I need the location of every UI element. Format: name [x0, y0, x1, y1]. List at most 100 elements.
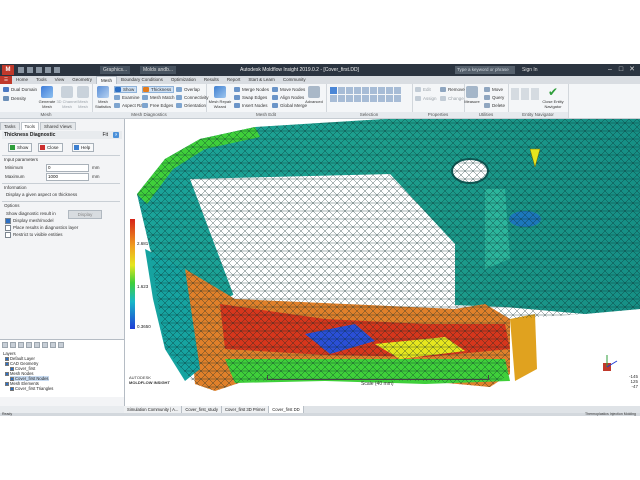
examine-button[interactable]: Examine: [114, 94, 140, 101]
density-button[interactable]: Density: [3, 95, 26, 102]
display-mesh-checkbox[interactable]: Display mesh/model: [5, 218, 54, 224]
layer-properties-icon[interactable]: [26, 342, 32, 348]
save-icon[interactable]: [36, 67, 42, 73]
delete-button[interactable]: Delete: [484, 102, 505, 109]
search-input[interactable]: Type a keyword or phrase: [455, 66, 515, 74]
toggle-layer-icon[interactable]: [50, 342, 56, 348]
minimum-input[interactable]: 0: [46, 164, 89, 172]
connectivity-button[interactable]: Connectivity: [176, 94, 209, 101]
advanced-button[interactable]: Advanced: [304, 86, 324, 104]
ribbon-tab-mesh[interactable]: Mesh: [96, 76, 118, 84]
ribbon-tab-community[interactable]: Community: [279, 76, 310, 84]
layer-checkbox-icon[interactable]: [5, 381, 9, 386]
ribbon-tab-optimization[interactable]: Optimization: [167, 76, 200, 84]
show-diagnostic-button[interactable]: Show: [114, 86, 138, 93]
select-regions-icon[interactable]: [362, 95, 369, 102]
navigator-next-icon[interactable]: [521, 88, 529, 100]
tab-tools[interactable]: Tools: [20, 122, 40, 130]
sign-in-link[interactable]: Sign In: [522, 67, 538, 73]
overlap-button[interactable]: Overlap: [176, 86, 200, 93]
ribbon-tab-view[interactable]: View: [51, 76, 69, 84]
layer-checkbox-icon[interactable]: [5, 361, 9, 366]
move-button[interactable]: Move: [484, 86, 503, 93]
redo-icon[interactable]: [54, 67, 60, 73]
insert-nodes-button[interactable]: Insert Nodes: [234, 102, 268, 109]
close-entity-navigator-button[interactable]: ✔ Close Entity Navigator: [540, 86, 566, 109]
select-curves-icon[interactable]: [346, 95, 353, 102]
query-button[interactable]: Query: [484, 94, 504, 101]
delete-layer-icon[interactable]: [10, 342, 16, 348]
show-button[interactable]: Show: [8, 143, 33, 152]
layer-checkbox-icon[interactable]: [5, 371, 9, 376]
ribbon-tab-home[interactable]: Home: [12, 76, 32, 84]
assign-layer-icon[interactable]: [34, 342, 40, 348]
ribbon-tab-geometry[interactable]: Geometry: [68, 76, 96, 84]
mesh-repair-wizard-button[interactable]: Mesh Repair Wizard: [208, 86, 232, 109]
maximize-button[interactable]: □: [616, 65, 626, 75]
ribbon-tab-boundary-conditions[interactable]: Boundary Conditions: [117, 76, 167, 84]
select-adjacent-icon[interactable]: [378, 95, 385, 102]
activate-layer-icon[interactable]: [18, 342, 24, 348]
select-invert-icon[interactable]: [378, 87, 385, 94]
app-logo-icon[interactable]: M: [2, 65, 14, 75]
select-polygon-icon[interactable]: [354, 87, 361, 94]
expand-layer-icon[interactable]: [42, 342, 48, 348]
ribbon-tab-tools[interactable]: Tools: [32, 76, 51, 84]
layer-checkbox-icon[interactable]: [10, 386, 14, 391]
file-menu-button[interactable]: ☰: [0, 76, 13, 84]
swap-edges-button[interactable]: Swap Edges: [234, 94, 267, 101]
top-tab-graphics[interactable]: Graphics...: [100, 66, 131, 74]
align-nodes-button[interactable]: Align Nodes: [272, 94, 304, 101]
new-file-icon[interactable]: [18, 67, 24, 73]
select-box-icon[interactable]: [338, 87, 345, 94]
change-property-button[interactable]: Change: [440, 95, 464, 102]
select-layer-icon[interactable]: [386, 87, 393, 94]
global-merge-button[interactable]: Global Merge: [272, 102, 307, 109]
select-all-icon[interactable]: [362, 87, 369, 94]
select-surfaces-icon[interactable]: [354, 95, 361, 102]
ribbon-tab-results[interactable]: Results: [200, 76, 223, 84]
thickness-diagnostic-button[interactable]: Thickness: [142, 86, 175, 93]
layer-menu-icon[interactable]: [58, 342, 64, 348]
select-filter-icon[interactable]: [394, 95, 401, 102]
top-tab-molds[interactable]: Molds andb...: [140, 66, 177, 74]
restrict-visible-checkbox[interactable]: Restrict to visible entities: [5, 232, 63, 238]
ribbon-tab-report[interactable]: Report: [223, 76, 245, 84]
open-file-icon[interactable]: [27, 67, 33, 73]
thickness-result-model[interactable]: [125, 119, 640, 406]
edit-property-button[interactable]: Edit: [415, 86, 431, 93]
free-edges-button[interactable]: Free Edges: [142, 102, 173, 109]
help-question-icon[interactable]: ?: [113, 132, 119, 138]
select-property-icon[interactable]: [394, 87, 401, 94]
select-nodes-icon[interactable]: [330, 95, 337, 102]
assign-property-button[interactable]: Assign: [415, 95, 437, 102]
select-boundary-icon[interactable]: [370, 95, 377, 102]
navigator-list-icon[interactable]: [531, 88, 539, 100]
doc-tab-cover-first-study[interactable]: Cover_first_study: [182, 406, 222, 413]
place-layer-checkbox[interactable]: Place results in diagnostics layer: [5, 225, 78, 231]
display-dropdown[interactable]: Display: [68, 210, 102, 219]
close-window-button[interactable]: ✕: [627, 65, 637, 75]
navigator-prev-icon[interactable]: [511, 88, 519, 100]
minimize-button[interactable]: –: [605, 65, 615, 75]
fit-dropdown[interactable]: Fit: [102, 131, 108, 139]
merge-nodes-button[interactable]: Merge Nodes: [234, 86, 269, 93]
tab-shared-views[interactable]: Shared Views: [40, 122, 76, 130]
layer-row-cover-first-triangles[interactable]: Cover_first Triangles: [10, 386, 53, 391]
generate-mesh-button[interactable]: Generate Mesh: [36, 86, 58, 109]
undo-icon[interactable]: [45, 67, 51, 73]
mesh-match-button[interactable]: Mesh Match: [142, 94, 175, 101]
ribbon-tab-start-learn[interactable]: Start & Learn: [244, 76, 279, 84]
measure-button[interactable]: Measure: [462, 86, 482, 104]
select-circle-icon[interactable]: [346, 87, 353, 94]
dual-domain-dropdown[interactable]: Dual Domain: [3, 86, 37, 93]
new-layer-icon[interactable]: [2, 342, 8, 348]
help-button[interactable]: Help: [72, 143, 95, 152]
doc-tab-cover-first-3d[interactable]: Cover_first 3D Primer: [221, 406, 270, 413]
select-none-icon[interactable]: [370, 87, 377, 94]
mesh-statistics-button[interactable]: Mesh Statistics: [92, 86, 114, 109]
mesh-mesh-button[interactable]: Mesh Mesh: [74, 86, 92, 109]
select-icon[interactable]: [330, 87, 337, 94]
select-elements-icon[interactable]: [338, 95, 345, 102]
maximum-input[interactable]: 1000: [46, 173, 89, 181]
